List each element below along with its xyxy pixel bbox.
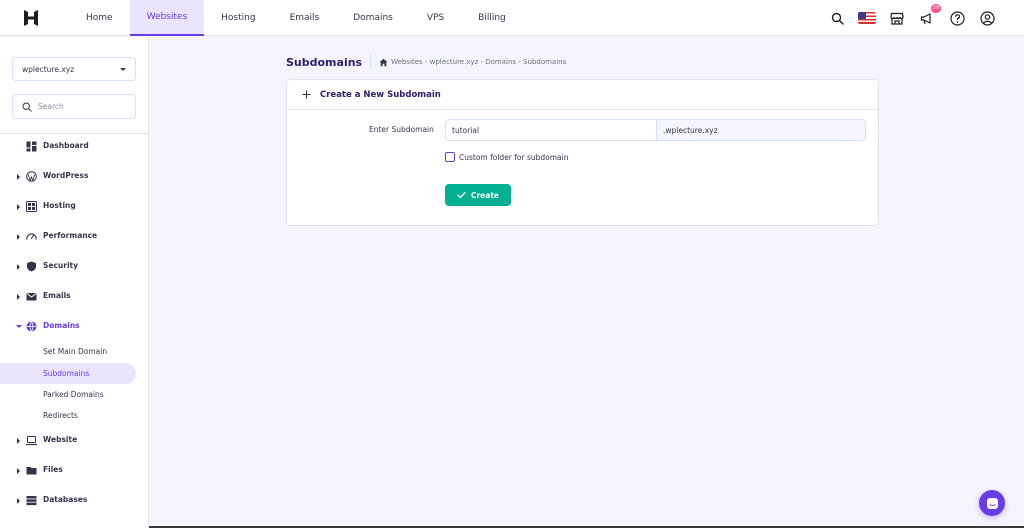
sidebar-item-label: WordPress: [43, 171, 89, 180]
custom-folder-label: Custom folder for subdomain: [459, 152, 569, 162]
globe-icon: [26, 321, 37, 332]
chevron-right-icon: [17, 498, 20, 504]
hostinger-logo-icon[interactable]: [22, 9, 40, 27]
nav-vps[interactable]: VPS: [410, 0, 461, 36]
chevron-down-icon: [16, 325, 22, 328]
sidebar-search: [12, 94, 136, 119]
laptop-icon: [26, 436, 37, 446]
sidebar-item-emails[interactable]: Emails: [0, 286, 148, 308]
chevron-right-icon: [17, 264, 20, 270]
sidebar-item-label: Databases: [43, 495, 88, 504]
mail-icon: [26, 293, 37, 301]
sidebar-item-label: Hosting: [43, 201, 76, 210]
sidebar-subitem-subdomains[interactable]: Subdomains: [0, 363, 136, 384]
home-icon[interactable]: [379, 58, 388, 67]
create-button-label: Create: [470, 190, 500, 200]
card-title: Create a New Subdomain: [320, 89, 441, 100]
subdomain-input[interactable]: [445, 119, 657, 141]
nav-billing[interactable]: Billing: [461, 0, 523, 36]
help-icon[interactable]: [948, 9, 966, 27]
sidebar-item-label: Website: [43, 435, 78, 444]
sidebar-subitem-set-main-domain[interactable]: Set Main Domain: [0, 341, 136, 362]
breadcrumb: Websites - wplecture.xyz - Domains - Sub…: [379, 58, 566, 67]
folder-icon: [26, 467, 37, 475]
top-icons: 29: [828, 0, 996, 36]
notification-badge: 29: [931, 4, 941, 13]
sidebar-subitem-redirects[interactable]: Redirects: [0, 405, 136, 426]
sidebar-item-security[interactable]: Security: [0, 256, 148, 278]
shield-icon: [27, 261, 36, 272]
chevron-right-icon: [17, 438, 20, 444]
nav-websites[interactable]: Websites: [129, 0, 205, 36]
custom-folder-checkbox[interactable]: [445, 152, 455, 162]
sidebar-item-label: Files: [43, 465, 63, 474]
breadcrumb-path[interactable]: Websites - wplecture.xyz - Domains - Sub…: [391, 58, 566, 66]
page-title: Subdomains: [286, 55, 363, 69]
sidebar-divider: [0, 133, 148, 134]
performance-icon: [26, 233, 37, 240]
chat-button[interactable]: [979, 490, 1005, 516]
account-icon[interactable]: [978, 9, 996, 27]
store-icon[interactable]: [888, 9, 906, 27]
sidebar-item-performance[interactable]: Performance: [0, 226, 148, 248]
search-icon: [22, 101, 32, 112]
top-navigation-bar: Home Websites Hosting Emails Domains VPS…: [0, 0, 1024, 36]
sidebar-item-databases[interactable]: Databases: [0, 490, 148, 512]
database-icon: [26, 496, 37, 506]
chevron-down-icon: [120, 68, 126, 71]
chevron-right-icon: [17, 294, 20, 300]
check-icon: [457, 191, 466, 199]
hosting-icon: [26, 201, 37, 212]
create-subdomain-card: Create a New Subdomain Enter Subdomain .…: [286, 79, 879, 226]
nav-home[interactable]: Home: [69, 0, 130, 36]
domain-suffix-text: .wplecture.xyz: [663, 125, 718, 135]
main-nav: Home Websites Hosting Emails Domains VPS…: [69, 0, 523, 36]
nav-domains[interactable]: Domains: [336, 0, 410, 36]
sidebar-item-label: Performance: [43, 231, 98, 240]
sidebar-search-input[interactable]: [38, 102, 128, 111]
chevron-right-icon: [17, 234, 20, 240]
chevron-right-icon: [17, 468, 20, 474]
page-header: Subdomains Websites - wplecture.xyz - Do…: [286, 54, 566, 70]
sidebar-item-label: Security: [43, 261, 79, 270]
nav-hosting[interactable]: Hosting: [204, 0, 272, 36]
chevron-right-icon: [17, 204, 20, 210]
sidebar-item-files[interactable]: Files: [0, 460, 148, 482]
chat-icon: [986, 497, 998, 509]
sidebar-item-hosting[interactable]: Hosting: [0, 196, 148, 218]
sidebar-item-label: Emails: [43, 291, 71, 300]
custom-folder-option[interactable]: Custom folder for subdomain: [445, 152, 568, 162]
search-icon[interactable]: [828, 9, 846, 27]
website-select-value: wplecture.xyz: [22, 64, 75, 74]
create-button[interactable]: Create: [445, 184, 511, 206]
nav-emails[interactable]: Emails: [273, 0, 337, 36]
website-select[interactable]: wplecture.xyz: [12, 57, 136, 81]
sidebar-item-label: Domains: [43, 321, 80, 330]
us-flag-icon[interactable]: [858, 9, 876, 27]
dashboard-icon: [26, 141, 37, 152]
sidebar-item-wordpress[interactable]: WordPress: [0, 166, 148, 188]
card-header[interactable]: Create a New Subdomain: [287, 80, 878, 110]
sidebar: wplecture.xyz Dashboard WordPress Hostin…: [0, 37, 149, 528]
plus-icon: [302, 90, 311, 99]
subdomain-field-label: Enter Subdomain: [369, 125, 434, 134]
wordpress-icon: [26, 171, 37, 182]
domain-suffix: .wplecture.xyz: [656, 119, 866, 141]
sidebar-item-domains[interactable]: Domains: [0, 316, 148, 338]
sidebar-item-label: Dashboard: [43, 141, 89, 150]
megaphone-icon[interactable]: 29: [918, 4, 941, 27]
sidebar-item-website[interactable]: Website: [0, 430, 148, 452]
header-separator: [370, 54, 372, 70]
sidebar-subitem-parked-domains[interactable]: Parked Domains: [0, 384, 136, 405]
sidebar-item-dashboard[interactable]: Dashboard: [0, 136, 148, 158]
chevron-right-icon: [17, 174, 20, 180]
